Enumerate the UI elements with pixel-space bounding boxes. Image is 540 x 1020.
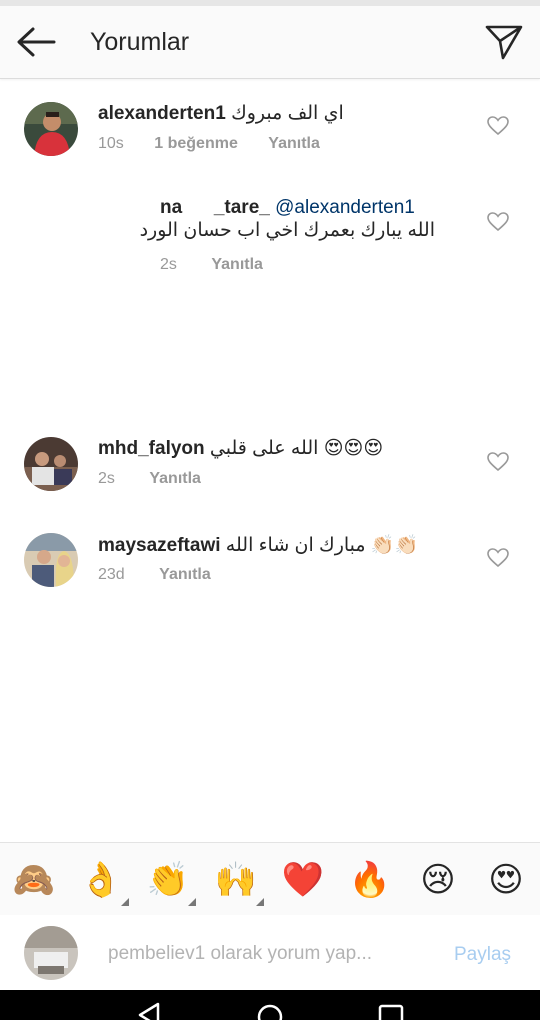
nav-home-icon[interactable]: [257, 1004, 283, 1020]
system-nav-bar: [0, 990, 540, 1020]
comment-input[interactable]: pembeliev1 olarak yorum yap...: [108, 943, 372, 965]
like-heart-icon[interactable]: [487, 116, 509, 136]
comment-time: 10s: [98, 135, 124, 152]
likes-count-link[interactable]: 1 beğenme: [154, 135, 238, 153]
comment-time: 2s: [160, 256, 177, 273]
header: Yorumlar: [0, 6, 540, 79]
send-direct-icon[interactable]: [484, 22, 524, 62]
reply-button[interactable]: Yanıtla: [211, 256, 263, 274]
comment-username[interactable]: mhd_falyon: [98, 438, 205, 459]
clapping-hands-emoji[interactable]: 👏: [146, 858, 196, 906]
comment-time: 2s: [98, 470, 115, 487]
skin-tone-indicator-icon: [121, 898, 129, 906]
reply-button[interactable]: Yanıtla: [268, 135, 320, 153]
ok-hand-glyph: 👌: [79, 860, 123, 900]
comment-username[interactable]: maysazeftawi: [98, 535, 221, 556]
like-heart-icon[interactable]: [487, 548, 509, 568]
emoji-bar: 🙈 👌 👏 🙌 ❤️ 🔥 😢 😍: [0, 842, 540, 916]
comment-emojis: 😍😍😍: [323, 437, 384, 459]
reply-button[interactable]: Yanıtla: [149, 470, 201, 488]
comment-text: الله على قلبي: [209, 438, 319, 459]
comment-item: maysazeftawi مبارك ان شاء الله 👏🏻👏🏻 23d …: [0, 531, 540, 601]
red-heart-emoji[interactable]: ❤️: [281, 858, 325, 902]
avatar[interactable]: [24, 437, 78, 491]
share-button[interactable]: Paylaş: [454, 944, 511, 966]
reply-button[interactable]: Yanıtla: [159, 566, 211, 584]
clapping-hands-glyph: 👏: [146, 860, 190, 900]
comment-text: الله يبارك بعمرك اخي اب حسان الورد: [139, 220, 435, 241]
like-heart-icon[interactable]: [487, 212, 509, 232]
comment-item: alexanderten1 اي الف مبروك 10s 1 beğenme…: [0, 100, 540, 170]
like-heart-icon[interactable]: [487, 452, 509, 472]
raising-hands-emoji[interactable]: 🙌: [214, 858, 264, 906]
heart-eyes-emoji[interactable]: 😍: [484, 858, 528, 902]
back-arrow-icon[interactable]: [16, 24, 56, 60]
crying-face-emoji[interactable]: 😢: [416, 858, 460, 902]
page-title: Yorumlar: [90, 28, 190, 56]
comment-input-bar: pembeliev1 olarak yorum yap... Paylaş: [0, 915, 540, 990]
current-user-avatar: [24, 926, 78, 980]
fire-emoji[interactable]: 🔥: [348, 858, 392, 902]
comment-text: مبارك ان شاء الله: [225, 535, 366, 556]
comment-time: 23d: [98, 566, 125, 583]
comment-username[interactable]: na _tare_: [160, 197, 270, 218]
raising-hands-glyph: 🙌: [214, 860, 258, 900]
skin-tone-indicator-icon: [188, 898, 196, 906]
mention-link[interactable]: @alexanderten1: [275, 197, 415, 218]
avatar[interactable]: [24, 533, 78, 587]
avatar[interactable]: [24, 102, 78, 156]
comment-item: mhd_falyon الله على قلبي 😍😍😍 2s Yanıtla: [0, 435, 540, 505]
reply-comment-item: na _tare_ @alexanderten1 الله يبارك بعمر…: [0, 195, 540, 285]
comment-username[interactable]: alexanderten1: [98, 103, 226, 124]
nav-recents-icon[interactable]: [378, 1004, 404, 1020]
comment-emojis: 👏🏻👏🏻: [370, 534, 419, 556]
nav-back-icon[interactable]: [136, 1002, 162, 1020]
skin-tone-indicator-icon: [256, 898, 264, 906]
see-no-evil-monkey-emoji[interactable]: 🙈: [12, 858, 56, 902]
ok-hand-emoji[interactable]: 👌: [79, 858, 129, 906]
comment-text: اي الف مبروك: [231, 103, 344, 124]
